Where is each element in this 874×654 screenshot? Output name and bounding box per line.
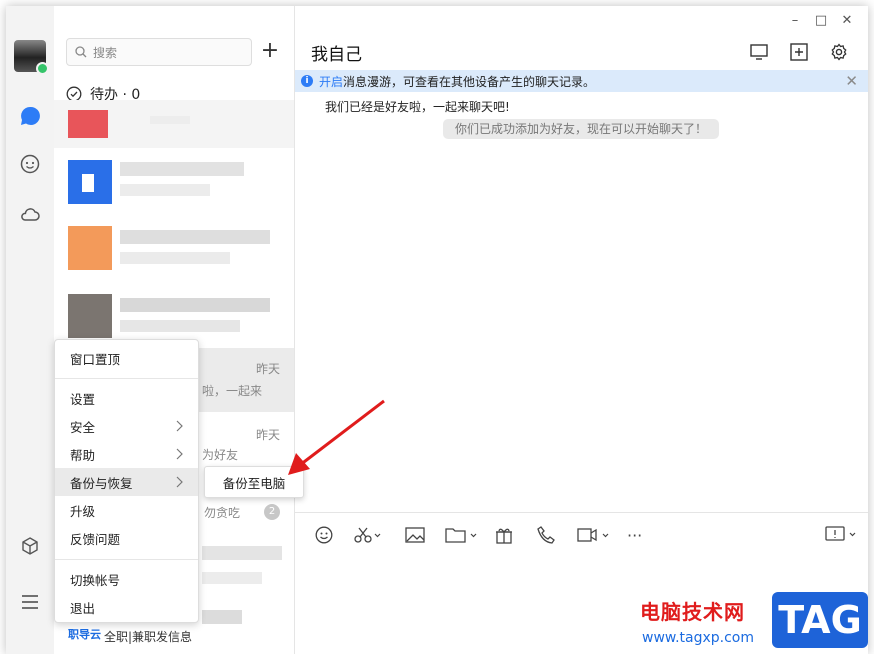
blurred-preview [120, 320, 240, 332]
chat-message: 我们已经是好友啦，一起来聊天吧! [325, 100, 510, 114]
system-tip: 你们已成功添加为好友，现在可以开始聊天了！ [443, 119, 720, 139]
bottom-app-logo: 职导云 [68, 628, 101, 641]
blurred-preview [202, 546, 282, 560]
conversation-preview: 为好友 [202, 448, 239, 462]
blurred-name [120, 162, 244, 176]
folder-icon[interactable] [445, 525, 479, 545]
chat-title: 我自己 [311, 45, 362, 65]
image-icon[interactable] [405, 525, 425, 545]
search-placeholder: 搜索 [93, 45, 118, 60]
conversation-avatar [68, 110, 108, 138]
conversation-row[interactable] [54, 216, 294, 280]
online-status-dot [36, 62, 49, 75]
main-menu-icon[interactable] [18, 590, 42, 614]
menu-item-upgrade[interactable]: 升级 [55, 496, 198, 524]
cloud-icon[interactable] [18, 202, 42, 226]
info-icon: i [301, 75, 313, 87]
notice-text: 消息漫游，可查看在其他设备产生的聊天记录。 [343, 74, 596, 89]
menu-item-settings[interactable]: 设置 [55, 384, 198, 412]
conversation-preview: 啦，一起来 [202, 384, 263, 398]
message-icon[interactable] [18, 104, 42, 128]
conversation-avatar [68, 226, 112, 270]
chevron-right-icon [176, 476, 183, 488]
conversation-avatar [68, 294, 112, 338]
notice-close-icon[interactable]: ✕ [845, 72, 858, 90]
blurred-name [150, 116, 190, 124]
menu-item-label: 切换帐号 [70, 572, 121, 588]
menu-item-label: 窗口置顶 [70, 351, 121, 367]
blurred-name [120, 230, 270, 244]
nav-rail [6, 6, 54, 654]
menu-divider [55, 378, 198, 379]
roaming-notice-bar: i 开启 消息漫游，可查看在其他设备产生的聊天记录。 ✕ [295, 70, 868, 92]
blurred-name [120, 298, 270, 312]
chat-area: – □ ✕ 我自己 i 开启 消息漫游，可查看在其他设备产生的聊天记录。 ✕ 我… [295, 6, 868, 654]
conversation-time: 昨天 [255, 362, 280, 376]
maximize-button[interactable]: □ [810, 12, 832, 30]
annotation-arrow [288, 399, 385, 475]
search-input[interactable]: 搜索 [66, 38, 252, 66]
menu-item-security[interactable]: 安全 [55, 412, 198, 440]
unread-badge: 2 [264, 504, 280, 520]
minimize-button[interactable]: – [784, 12, 806, 30]
menu-item-label: 安全 [70, 419, 96, 435]
close-button[interactable]: ✕ [836, 12, 858, 30]
add-button[interactable]: + [260, 38, 280, 64]
conversation-row[interactable] [54, 150, 294, 214]
menu-item-backup-restore[interactable]: 备份与恢复 [55, 468, 198, 496]
contacts-icon[interactable] [18, 152, 42, 176]
blurred-preview [202, 572, 262, 584]
conversation-preview: 勿贪吃 [204, 506, 241, 520]
main-menu-popup: 窗口置顶 设置 安全 帮助 备份与恢复 升级 反馈问题 切换帐号 退出 [54, 339, 199, 623]
menu-item-label: 退出 [70, 600, 96, 616]
menu-item-label: 反馈问题 [70, 531, 121, 547]
menu-item-feedback[interactable]: 反馈问题 [55, 524, 198, 552]
menu-item-switch-account[interactable]: 切换帐号 [55, 565, 198, 593]
chevron-right-icon [176, 420, 183, 432]
search-icon [75, 46, 87, 58]
blurred-preview [120, 252, 230, 264]
avatar-glyph [82, 174, 94, 192]
bottom-preview-text: 全职|兼职发信息 [104, 630, 193, 644]
gift-icon[interactable] [495, 525, 513, 545]
menu-item-label: 设置 [70, 391, 96, 407]
add-member-icon[interactable] [789, 42, 809, 62]
video-call-icon[interactable] [577, 525, 611, 545]
emoji-icon[interactable] [315, 525, 333, 545]
menu-item-label: 升级 [70, 503, 96, 519]
menu-item-label: 备份与恢复 [70, 475, 133, 491]
watermark-tag-logo: TAG [772, 592, 868, 648]
input-toolbar: ··· [295, 512, 868, 553]
menu-item-label: 帮助 [70, 447, 96, 463]
blurred-preview [120, 184, 210, 196]
enable-roaming-link[interactable]: 开启 [319, 73, 343, 90]
menu-item-exit[interactable]: 退出 [55, 593, 198, 621]
chevron-right-icon [176, 448, 183, 460]
more-options-icon[interactable]: ··· [627, 525, 642, 545]
avatar[interactable] [14, 40, 49, 75]
screen-share-icon[interactable] [749, 42, 769, 62]
menu-item-pin-window[interactable]: 窗口置顶 [55, 344, 198, 372]
settings-gear-icon[interactable] [829, 42, 849, 62]
menu-item-help[interactable]: 帮助 [55, 440, 198, 468]
blurred-preview [202, 610, 242, 624]
menu-divider [55, 559, 198, 560]
phone-call-icon[interactable] [537, 525, 555, 545]
watermark-url: www.tagxp.com [642, 630, 754, 646]
watermark-text: 电脑技术网 [640, 600, 745, 624]
cube-icon[interactable] [18, 534, 42, 558]
screenshot-scissors-icon[interactable] [353, 525, 381, 545]
chat-history-icon[interactable] [825, 525, 859, 545]
conversation-row[interactable] [54, 100, 294, 148]
